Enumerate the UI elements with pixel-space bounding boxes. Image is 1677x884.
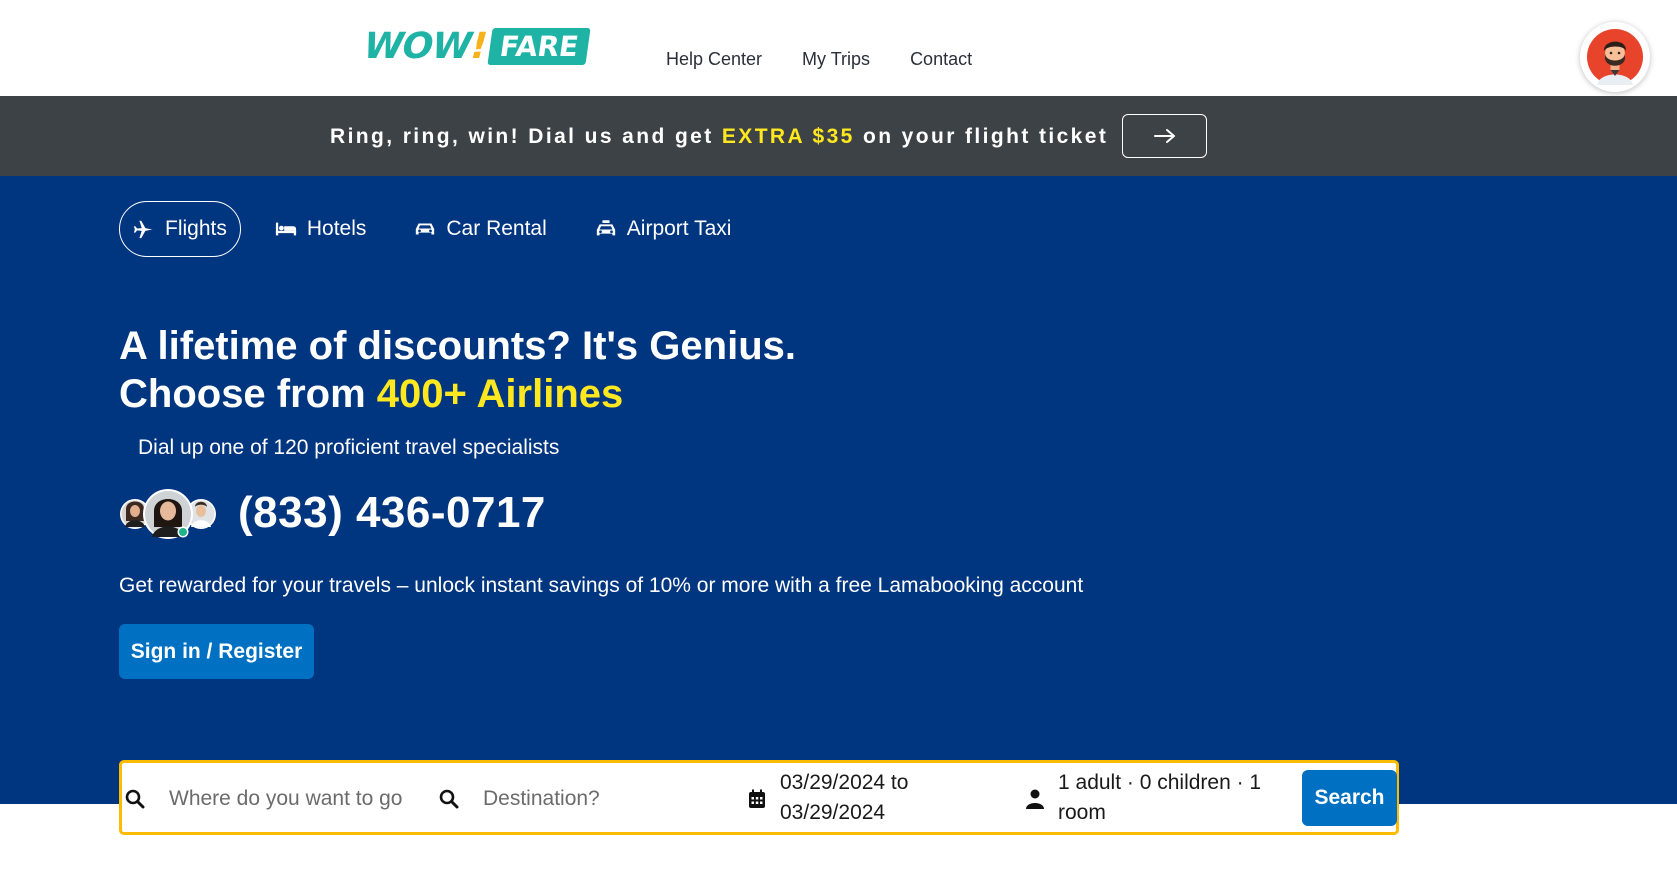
dates-line-1: 03/29/2024 to <box>780 771 909 794</box>
arrow-right-icon <box>1153 129 1175 143</box>
plane-icon <box>133 220 154 239</box>
headline-line-2: Choose from 400+ Airlines <box>119 372 624 416</box>
product-tabs: Flights Hotels Car Rental Airport Taxi <box>119 201 765 257</box>
headline-line-1: A lifetime of discounts? It's Genius. <box>119 324 796 368</box>
top-navbar: WOW! FARE Help Center My Trips Contact <box>0 0 1677 96</box>
headline-highlight: 400+ Airlines <box>376 372 624 416</box>
promo-arrow-button[interactable] <box>1122 114 1207 158</box>
tab-airport-taxi[interactable]: Airport Taxi <box>581 201 746 257</box>
agent-avatar-center <box>143 489 193 539</box>
promo-text: Ring, ring, win! Dial us and get EXTRA $… <box>330 125 1109 148</box>
user-avatar-icon <box>1587 29 1643 85</box>
logo-fare-text: FARE <box>487 27 592 65</box>
tab-car-rental[interactable]: Car Rental <box>400 201 560 257</box>
tab-airport-taxi-label: Airport Taxi <box>626 217 732 240</box>
search-icon <box>125 789 145 809</box>
origin-input[interactable] <box>169 781 421 817</box>
nav-link-my-trips[interactable]: My Trips <box>802 49 870 70</box>
search-icon <box>439 789 459 809</box>
logo-wow-text: WOW! <box>362 25 488 67</box>
tab-car-rental-label: Car Rental <box>446 217 547 240</box>
search-bar: 03/29/2024 to 03/29/2024 1 adult · 0 chi… <box>119 760 1399 835</box>
agent-avatars <box>119 487 221 541</box>
tab-hotels-label: Hotels <box>306 217 367 240</box>
promo-highlight: EXTRA $35 <box>721 125 855 148</box>
nav-link-help-center[interactable]: Help Center <box>666 49 762 70</box>
tab-hotels[interactable]: Hotels <box>261 201 381 257</box>
main-nav: Help Center My Trips Contact <box>666 49 972 70</box>
promo-banner: Ring, ring, win! Dial us and get EXTRA $… <box>0 96 1677 176</box>
search-button[interactable]: Search <box>1302 770 1397 826</box>
guests-line-1: 1 adult · 0 children · 1 <box>1058 771 1262 794</box>
reward-text: Get rewarded for your travels – unlock i… <box>119 574 1084 597</box>
phone-number[interactable]: (833) 436-0717 <box>238 488 546 538</box>
hero-headline: A lifetime of discounts? It's Genius. Ch… <box>119 322 796 418</box>
person-icon <box>1026 789 1044 809</box>
taxi-icon <box>596 220 615 236</box>
dates-line-2: 03/29/2024 <box>780 801 886 824</box>
hero-subheadline: Dial up one of 120 proficient travel spe… <box>138 436 560 459</box>
bed-icon <box>275 222 296 236</box>
tab-flights[interactable]: Flights <box>119 201 241 257</box>
guests-line-2: room <box>1058 801 1106 824</box>
tab-flights-label: Flights <box>165 217 227 240</box>
nav-link-contact[interactable]: Contact <box>910 49 972 70</box>
signin-register-button[interactable]: Sign in / Register <box>119 624 314 679</box>
destination-input[interactable] <box>483 781 723 817</box>
calendar-icon <box>749 789 765 808</box>
car-icon <box>416 223 435 235</box>
user-avatar-button[interactable] <box>1580 22 1650 92</box>
wowfare-logo[interactable]: WOW! FARE <box>362 24 592 68</box>
date-picker[interactable]: 03/29/2024 to 03/29/2024 <box>748 763 1008 832</box>
guests-picker[interactable]: 1 adult · 0 children · 1 room <box>1026 763 1296 832</box>
